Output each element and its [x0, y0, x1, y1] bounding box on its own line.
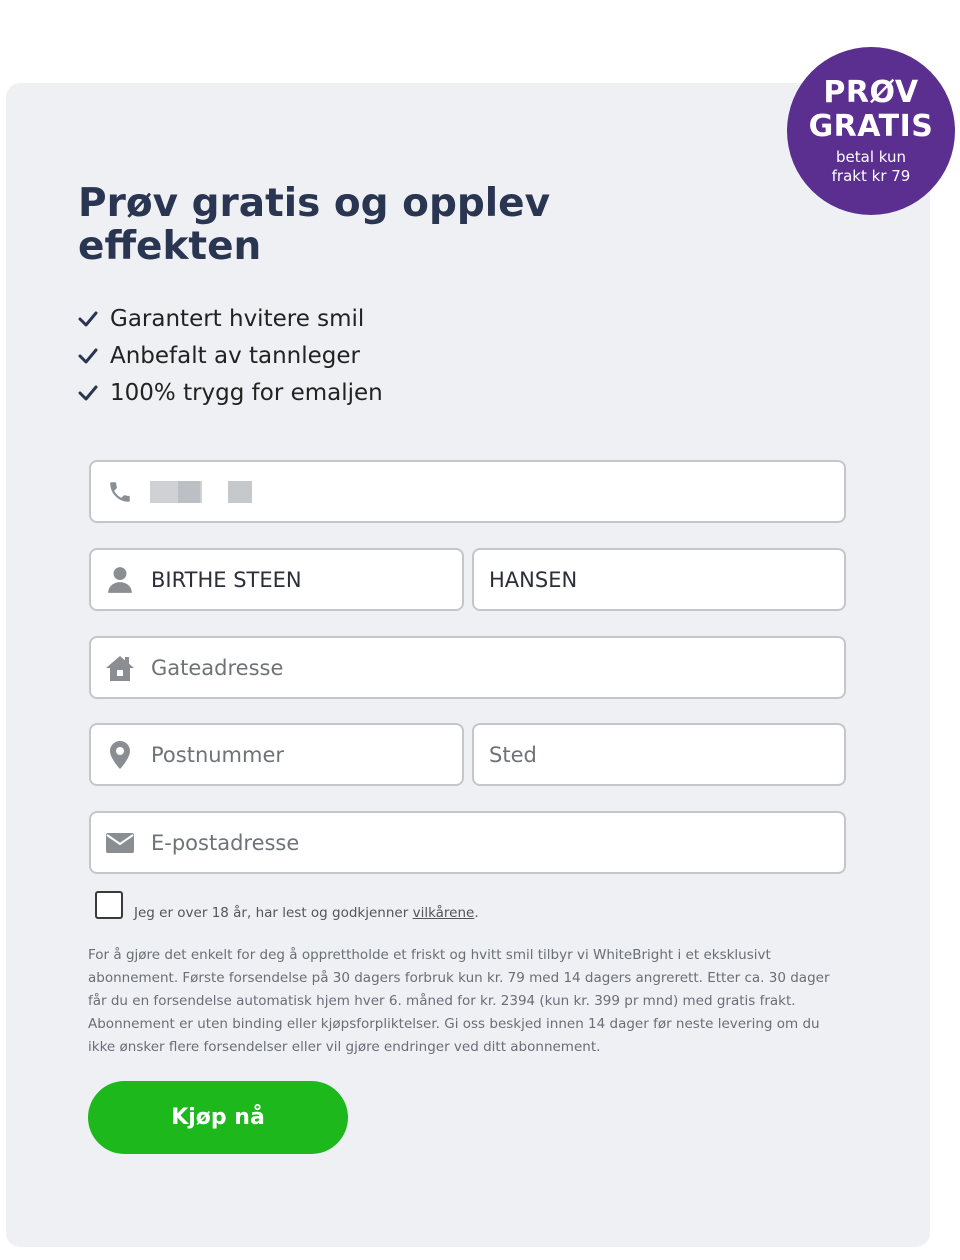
checkmark-icon — [78, 385, 98, 400]
benefit-label: Garantert hvitere smil — [110, 305, 365, 332]
badge-line-1: PRØV — [823, 75, 919, 110]
benefit-item: Garantert hvitere smil — [78, 300, 383, 337]
city-field[interactable] — [472, 723, 846, 786]
badge-line-4: frakt kr 79 — [831, 167, 911, 185]
terms-checkbox[interactable] — [95, 891, 123, 919]
redacted-phone-part — [228, 481, 252, 503]
benefit-label: Anbefalt av tannleger — [110, 342, 361, 369]
free-trial-badge: PRØV GRATIS betal kun frakt kr 79 — [787, 47, 955, 215]
location-pin-icon — [105, 740, 135, 770]
terms-link[interactable]: vilkårene — [413, 905, 475, 921]
home-icon — [105, 653, 135, 683]
email-input[interactable] — [151, 813, 844, 872]
last-name-input[interactable] — [474, 550, 844, 609]
consent-period: . — [474, 905, 479, 921]
consent-text: Jeg er over 18 år, har lest og godkjenne… — [134, 905, 479, 921]
benefits-list: Garantert hvitere smil Anbefalt av tannl… — [78, 300, 383, 411]
last-name-field[interactable] — [472, 548, 846, 611]
badge-line-2: GRATIS — [808, 109, 934, 144]
first-name-input[interactable] — [151, 550, 462, 609]
buy-now-button[interactable]: Kjøp nå — [88, 1081, 348, 1154]
street-address-field[interactable] — [89, 636, 846, 699]
envelope-icon — [105, 828, 135, 858]
checkmark-icon — [78, 311, 98, 326]
consent-label: Jeg er over 18 år, har lest og godkjenne… — [134, 905, 413, 921]
email-field[interactable] — [89, 811, 846, 874]
postal-code-field[interactable] — [89, 723, 464, 786]
page-title: Prøv gratis og opplev effekten — [78, 181, 551, 269]
phone-icon — [105, 477, 135, 507]
user-icon — [105, 565, 135, 595]
redacted-phone-part — [178, 481, 200, 503]
subscription-terms-text: For å gjøre det enkelt for deg å opprett… — [88, 947, 830, 1055]
phone-input[interactable] — [151, 462, 844, 521]
benefit-label: 100% trygg for emaljen — [110, 379, 383, 406]
benefit-item: Anbefalt av tannleger — [78, 337, 383, 374]
benefit-item: 100% trygg for emaljen — [78, 374, 383, 411]
street-address-input[interactable] — [151, 638, 844, 697]
checkmark-icon — [78, 348, 98, 363]
postal-code-input[interactable] — [151, 725, 462, 784]
phone-field[interactable] — [89, 460, 846, 523]
city-input[interactable] — [474, 725, 844, 784]
first-name-field[interactable] — [89, 548, 464, 611]
badge-line-3: betal kun — [836, 148, 906, 166]
